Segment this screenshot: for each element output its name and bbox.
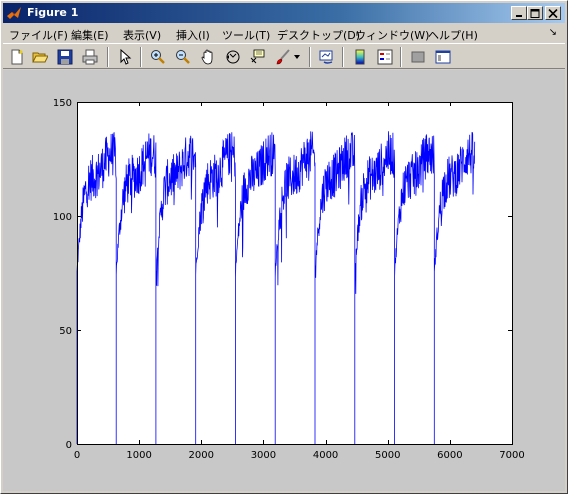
toolbar-separator [400,47,402,67]
print-icon[interactable] [80,47,100,67]
menu-bar: ファイル(F) 編集(E) 表示(V) 挿入(I) ツール(T) デスクトップ(… [3,24,565,43]
toolbar-separator [309,47,311,67]
brush-dropdown-arrow-icon[interactable] [291,47,303,67]
menu-view[interactable]: 表示(V) [123,27,161,43]
menu-file[interactable]: ファイル(F) [9,27,68,43]
plot-svg[interactable]: 0 1000 2000 3000 4000 5000 6000 7000 0 50 100 150 [3,70,565,491]
y-tick-label: 100 [53,212,72,223]
select-arrow-icon[interactable] [115,47,135,67]
x-tick-label: 3000 [251,450,276,461]
minimize-button[interactable] [511,6,527,20]
menu-help[interactable]: ヘルプ(H) [428,27,478,43]
zoom-in-icon[interactable] [148,47,168,67]
data-cursor-icon[interactable] [248,47,268,67]
brush-icon[interactable] [273,47,293,67]
matlab-logo-icon [6,5,22,21]
x-tick-label: 4000 [313,450,338,461]
x-tick-label: 5000 [375,450,400,461]
x-tick-label: 1000 [126,450,151,461]
maximize-button[interactable] [527,6,543,20]
x-tick-label: 2000 [189,450,214,461]
open-icon[interactable] [30,47,50,67]
x-tick-label: 6000 [437,450,462,461]
hide-plot-tools-icon[interactable] [408,47,428,67]
y-tick-label: 0 [66,440,72,451]
link-plot-icon[interactable] [317,47,337,67]
menu-desktop[interactable]: デスクトップ(D) [277,27,360,43]
new-figure-icon[interactable] [7,47,27,67]
window-title: Figure 1 [27,6,79,19]
x-tick-label: 7000 [499,450,524,461]
menu-window[interactable]: ウィンドウ(W) [355,27,429,43]
figure-toolbar [3,43,565,69]
x-tick-label: 0 [74,450,80,461]
colorbar-icon[interactable] [350,47,370,67]
menu-tools[interactable]: ツール(T) [222,27,270,43]
menu-edit[interactable]: 編集(E) [71,27,109,43]
y-tick-label: 150 [53,98,72,109]
menu-insert[interactable]: 挿入(I) [176,27,210,43]
rotate-3d-icon[interactable] [223,47,243,67]
toolbar-separator [107,47,109,67]
figure-window: Figure 1 ファイル(F) 編集(E) 表示(V) 挿入(I) ツール(T… [0,0,568,494]
legend-icon[interactable] [375,47,395,67]
y-tick-label: 50 [59,326,72,337]
save-icon[interactable] [55,47,75,67]
toolbar-separator [342,47,344,67]
close-button[interactable] [545,6,561,20]
zoom-out-icon[interactable] [173,47,193,67]
figure-canvas[interactable]: 0 1000 2000 3000 4000 5000 6000 7000 0 50 100 150 [3,70,565,491]
pan-hand-icon[interactable] [198,47,218,67]
show-plot-tools-icon[interactable] [433,47,453,67]
title-bar[interactable]: Figure 1 [3,3,565,23]
menu-overflow-arrow[interactable]: ↘ [549,27,557,38]
toolbar-separator [140,47,142,67]
